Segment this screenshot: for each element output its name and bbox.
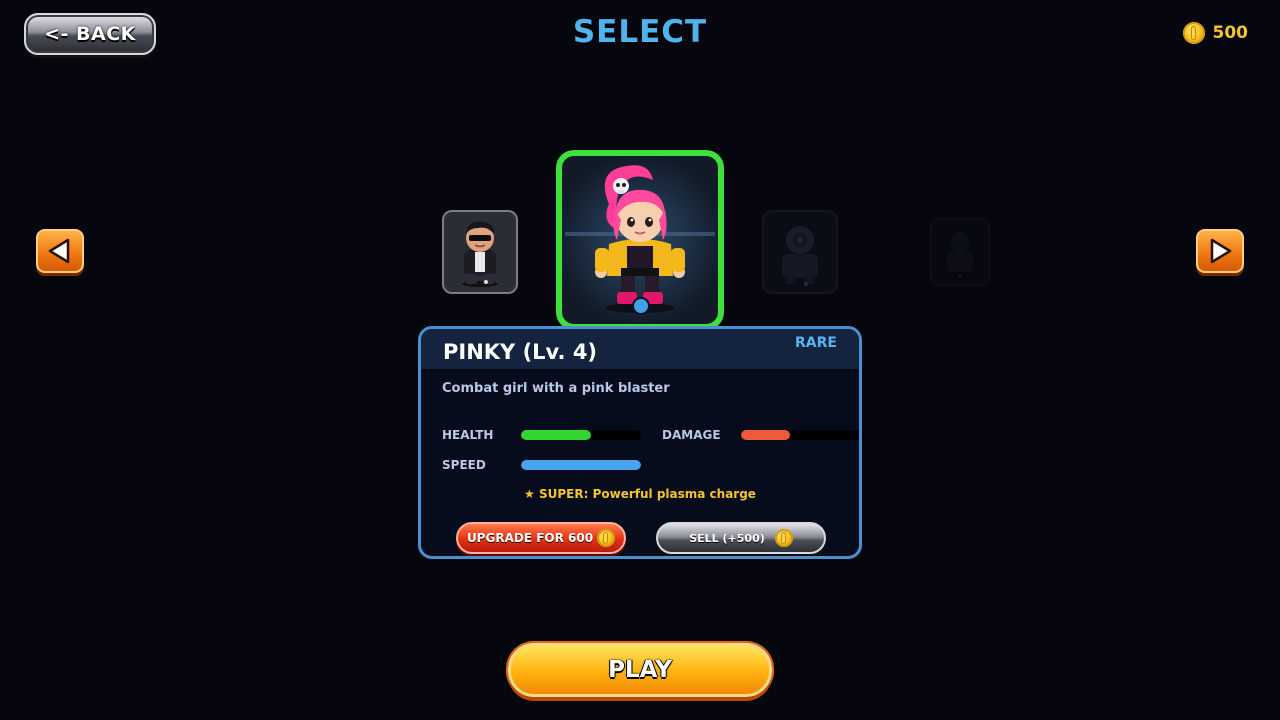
character-card-robot[interactable] [762,210,838,294]
next-character-button[interactable] [1196,229,1244,273]
damage-bar [741,430,859,440]
character-locked-icon [947,232,973,278]
damage-bar-fill [741,430,790,440]
arrow-left-icon [48,238,70,264]
character-pinky-icon [565,165,715,313]
health-label: HEALTH [442,428,494,442]
character-black-jacket-icon [462,221,498,287]
coin-icon [1182,22,1205,44]
damage-label: DAMAGE [662,428,721,442]
page-title: SELECT [572,14,708,50]
sell-label: SELL (+500) [689,531,765,545]
super-ability-text: ★ SUPER: Powerful plasma charge [524,487,756,501]
speed-bar-fill [521,460,641,470]
speed-label: SPEED [442,458,486,472]
selected-indicator-dot [632,297,650,315]
previous-character-button[interactable] [36,229,84,273]
coin-icon [774,529,793,547]
upgrade-label: UPGRADE FOR 600 [466,531,594,545]
character-info-panel: PINKY (Lv. 4) RARE Combat girl with a pi… [418,326,862,559]
coin-count: 500 [1212,23,1249,43]
sell-button[interactable]: SELL (+500) [656,522,826,554]
play-button[interactable]: PLAY [508,643,772,697]
coin-icon [597,529,616,547]
character-description: Combat girl with a pink blaster [442,381,670,396]
character-card-black-jacket[interactable] [442,210,518,294]
speed-bar [521,460,641,470]
rarity-badge: RARE [795,335,837,351]
character-robot-icon [782,226,818,286]
character-card-locked[interactable] [930,218,990,286]
arrow-right-icon [1210,238,1232,264]
upgrade-button[interactable]: UPGRADE FOR 600 [456,522,626,554]
coin-balance: 500 [1182,22,1249,44]
health-bar [521,430,641,440]
character-name: PINKY (Lv. 4) [443,340,598,364]
health-bar-fill [521,430,591,440]
